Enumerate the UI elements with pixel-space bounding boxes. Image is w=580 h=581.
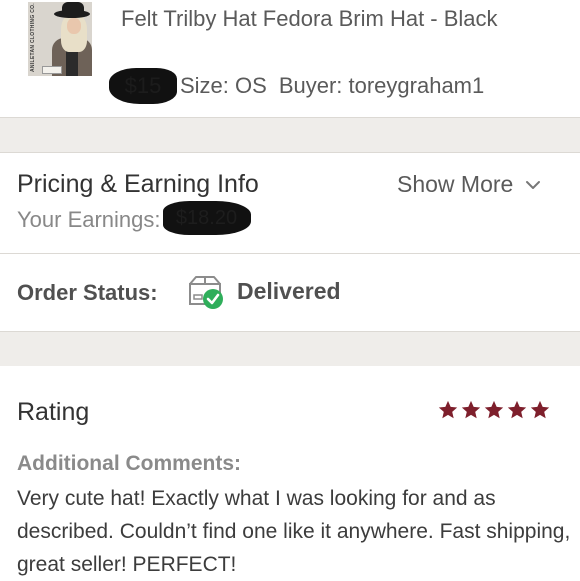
- order-status-value: Delivered: [237, 278, 341, 304]
- thumbnail-face: [67, 18, 81, 34]
- show-more-label: Show More: [397, 171, 514, 197]
- section-separator: [0, 331, 580, 367]
- product-thumbnail[interactable]: ANILETAN CLOTHING CO.: [28, 2, 92, 76]
- earnings-label: Your Earnings:: [17, 207, 161, 232]
- pricing-section: Pricing & Earning Info Show More Your Ea…: [0, 153, 580, 253]
- order-status-label: Order Status:: [17, 280, 158, 305]
- thumbnail-tag: [42, 66, 62, 74]
- listing-meta: Size: OS Buyer: toreygraham1: [180, 70, 484, 102]
- chevron-down-icon: [526, 180, 541, 189]
- star-icon: [484, 400, 504, 419]
- thumbnail-brand-text: ANILETAN CLOTHING CO.: [30, 3, 36, 72]
- size-text: Size: OS: [180, 73, 267, 98]
- comments-label: Additional Comments:: [17, 452, 241, 475]
- order-status-section: Order Status: Delivered: [0, 254, 580, 331]
- buyer-text: Buyer: toreygraham1: [278, 73, 485, 98]
- star-icon: [530, 400, 550, 419]
- price-redacted: $15: [109, 68, 177, 104]
- star-rating: [437, 399, 551, 421]
- thumbnail-hat-crown: [62, 2, 84, 14]
- star-icon: [461, 400, 481, 419]
- rating-title: Rating: [17, 398, 90, 426]
- star-icon: [438, 400, 458, 419]
- comments-text: Very cute hat! Exactly what I was lookin…: [17, 487, 571, 576]
- box-delivered-check-icon: [189, 276, 223, 309]
- pricing-title: Pricing & Earning Info: [17, 170, 259, 198]
- earnings-row: Your Earnings: $18.20: [17, 201, 251, 236]
- star-icon: [507, 400, 527, 419]
- item-title[interactable]: Felt Trilby Hat Fedora Brim Hat - Black: [121, 3, 551, 35]
- earnings-redacted: $18.20: [162, 201, 251, 236]
- rating-section: Rating Additional Comments: Very cute ha…: [0, 366, 580, 580]
- show-more-button[interactable]: Show More: [397, 171, 541, 198]
- section-separator: [0, 117, 580, 153]
- listing-summary: ANILETAN CLOTHING CO. Felt Trilby Hat Fe…: [0, 0, 580, 117]
